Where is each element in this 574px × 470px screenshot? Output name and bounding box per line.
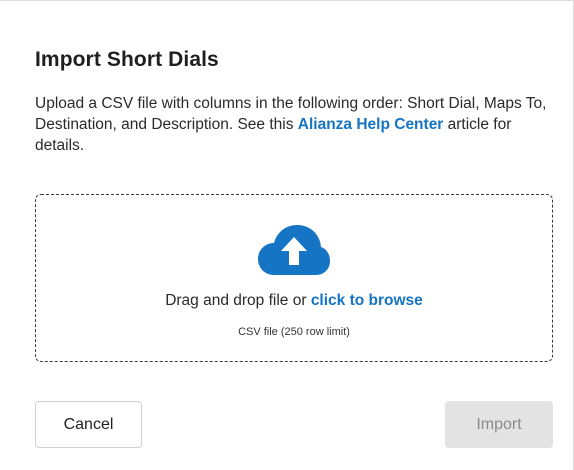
dialog-description: Upload a CSV file with columns in the fo… xyxy=(35,93,555,156)
import-button[interactable]: Import xyxy=(445,401,553,448)
help-center-link[interactable]: Alianza Help Center xyxy=(298,116,444,133)
dialog-title: Import Short Dials xyxy=(35,48,219,71)
dropzone-prompt-text: Drag and drop file or xyxy=(165,292,311,309)
file-limit-hint: CSV file (250 row limit) xyxy=(238,326,350,338)
file-dropzone[interactable]: Drag and drop file or click to browse CS… xyxy=(35,194,553,362)
import-short-dials-dialog: Import Short Dials Upload a CSV file wit… xyxy=(0,0,574,470)
dropzone-prompt: Drag and drop file or click to browse xyxy=(36,292,552,310)
click-to-browse-link[interactable]: click to browse xyxy=(311,292,423,309)
cancel-button[interactable]: Cancel xyxy=(35,401,142,448)
cloud-upload-icon xyxy=(258,225,330,275)
